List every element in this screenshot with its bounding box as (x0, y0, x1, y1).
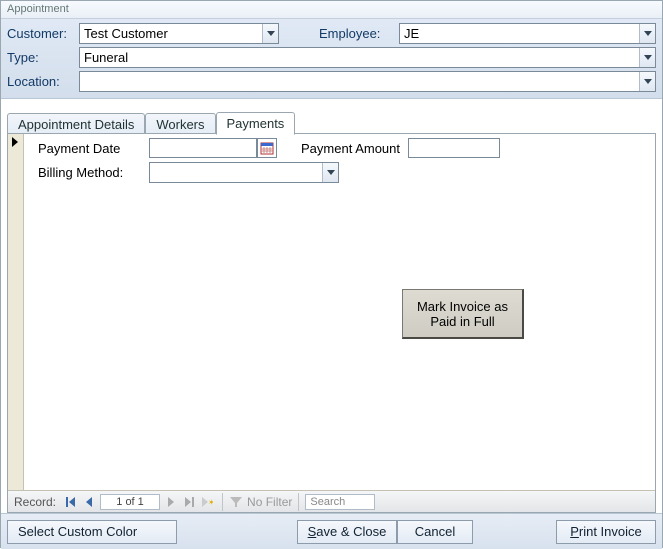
employee-combo[interactable]: JE (399, 23, 656, 44)
last-record-button[interactable] (180, 493, 198, 511)
new-record-button[interactable]: ✶ (198, 493, 216, 511)
billing-method-label: Billing Method: (24, 165, 149, 180)
billing-method-combo[interactable] (149, 162, 339, 183)
filter-label: No Filter (247, 495, 292, 509)
cancel-button[interactable]: Cancel (397, 520, 473, 544)
window-title: Appointment (7, 3, 69, 15)
tab-body-payments: Payment Date Payment Amount Billing Meth… (7, 133, 656, 513)
payment-amount-label: Payment Amount (301, 141, 400, 156)
type-label: Type: (7, 50, 79, 65)
record-position[interactable]: 1 of 1 (100, 494, 160, 510)
payment-date-input[interactable] (149, 138, 257, 158)
customer-value: Test Customer (80, 26, 262, 41)
payment-amount-input[interactable] (408, 138, 500, 158)
type-value: Funeral (80, 50, 639, 65)
chevron-down-icon[interactable] (322, 163, 338, 182)
chevron-down-icon[interactable] (262, 24, 278, 43)
location-combo[interactable] (79, 71, 656, 92)
chevron-down-icon[interactable] (639, 24, 655, 43)
prev-record-button[interactable] (80, 493, 98, 511)
svg-text:✶: ✶ (208, 498, 213, 507)
employee-value: JE (400, 26, 639, 41)
footer-bar: Select Custom Color Save & Close Cancel … (1, 513, 662, 549)
chevron-down-icon[interactable] (639, 48, 655, 67)
location-label: Location: (7, 74, 79, 89)
tab-payments[interactable]: Payments (216, 112, 296, 135)
current-record-icon (12, 137, 18, 147)
record-label: Record: (14, 495, 56, 509)
print-invoice-button[interactable]: Print Invoice (556, 520, 656, 544)
tab-workers[interactable]: Workers (145, 113, 215, 135)
customer-combo[interactable]: Test Customer (79, 23, 279, 44)
chevron-down-icon[interactable] (639, 72, 655, 91)
mark-paid-button[interactable]: Mark Invoice as Paid in Full (402, 289, 524, 339)
search-box[interactable]: Search (305, 494, 375, 510)
save-close-button[interactable]: Save & Close (297, 520, 397, 544)
first-record-button[interactable] (62, 493, 80, 511)
window-titlebar: Appointment (1, 1, 662, 19)
payment-date-label: Payment Date (24, 141, 149, 156)
select-custom-color-button[interactable]: Select Custom Color (7, 520, 177, 544)
tabstrip: Appointment Details Workers Payments (7, 111, 656, 134)
print-rest: rint Invoice (579, 524, 642, 539)
filter-icon (229, 495, 243, 509)
employee-label: Employee: (319, 26, 399, 41)
record-nav: Record: 1 of 1 ✶ No Filter Search (8, 490, 655, 512)
save-close-rest: ave & Close (316, 524, 386, 539)
customer-label: Customer: (7, 26, 79, 41)
type-combo[interactable]: Funeral (79, 47, 656, 68)
next-record-button[interactable] (162, 493, 180, 511)
record-selector[interactable] (8, 134, 24, 490)
tab-appointment-details[interactable]: Appointment Details (7, 113, 145, 135)
calendar-icon[interactable] (257, 138, 277, 158)
header-panel: Customer: Test Customer Employee: JE Typ… (1, 19, 662, 99)
